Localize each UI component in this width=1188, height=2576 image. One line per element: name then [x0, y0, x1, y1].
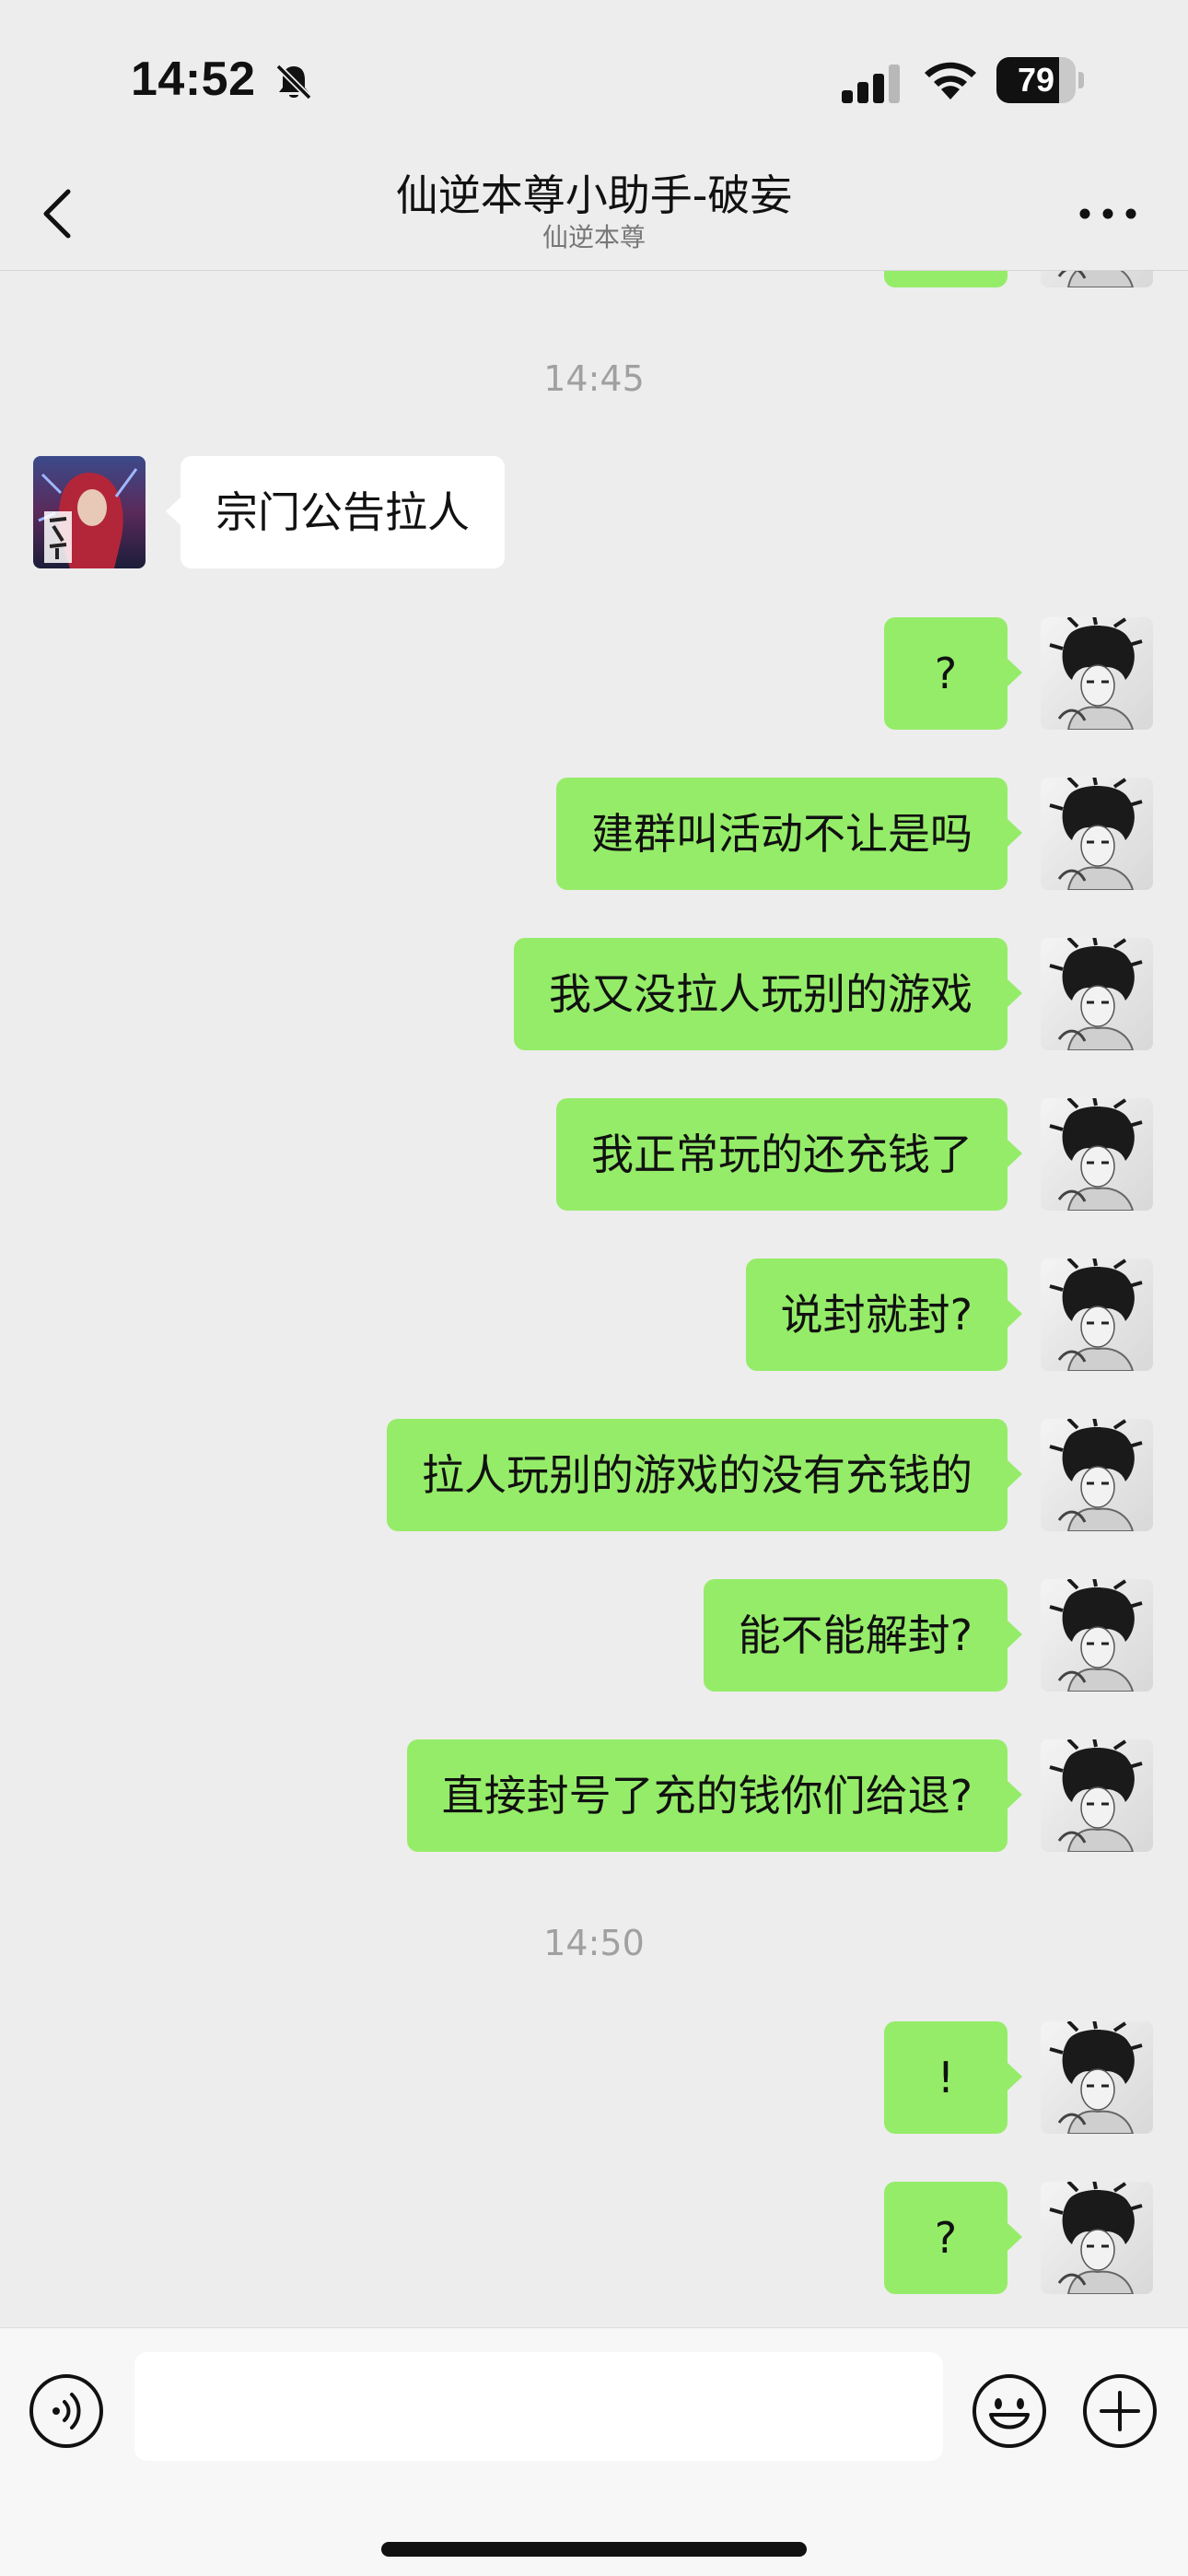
user-avatar[interactable] — [1041, 1579, 1153, 1692]
message-bubble-outgoing[interactable]: ? — [884, 2182, 1022, 2294]
message-bubble-outgoing[interactable]: 直接封号了充的钱你们给退? — [406, 1739, 1023, 1852]
user-avatar[interactable] — [1041, 938, 1153, 1050]
more-dots-icon[interactable] — [1076, 197, 1140, 230]
message-bubble-outgoing[interactable]: 拉人玩别的游戏的没有充钱的 — [387, 1419, 1022, 1531]
bell-slash-icon — [275, 64, 312, 100]
user-avatar[interactable] — [1041, 1259, 1153, 1371]
voice-icon[interactable] — [28, 2372, 105, 2450]
user-avatar[interactable] — [1041, 617, 1153, 730]
battery-level: 79 — [1017, 61, 1055, 99]
user-avatar[interactable] — [1041, 1098, 1153, 1211]
nav-bar: 仙逆本尊小助手-破妄 仙逆本尊 — [0, 157, 1188, 271]
message-bubble-outgoing[interactable]: 建群叫活动不让是吗 — [556, 778, 1022, 890]
emoji-icon[interactable] — [971, 2372, 1048, 2450]
message-bubble-outgoing[interactable]: 我正常玩的还充钱了 — [556, 1098, 1022, 1211]
timestamp: 14:45 — [543, 358, 645, 399]
user-avatar[interactable] — [1041, 1739, 1153, 1852]
message-bubble-incoming[interactable]: 宗门公告拉人 — [166, 456, 505, 568]
user-avatar[interactable] — [1041, 778, 1153, 890]
wifi-icon — [925, 62, 976, 100]
contact-avatar[interactable] — [33, 456, 146, 568]
plus-icon[interactable] — [1081, 2372, 1159, 2450]
message-bubble-outgoing[interactable]: 我又没拉人玩别的游戏 — [514, 938, 1022, 1050]
home-indicator[interactable] — [381, 2542, 807, 2557]
message-bubble-outgoing[interactable]: ? — [884, 617, 1022, 730]
status-bar: 14:52 79 — [0, 0, 1188, 157]
input-bar — [0, 2327, 1188, 2576]
user-avatar[interactable] — [1041, 2021, 1153, 2134]
chat-subtitle: 仙逆本尊 — [542, 222, 646, 252]
battery-icon: 79 — [996, 57, 1085, 103]
message-input[interactable] — [134, 2352, 943, 2461]
message-bubble-outgoing[interactable]: 说封就封? — [745, 1259, 1023, 1371]
message-bubble-outgoing[interactable]: ! — [884, 2021, 1022, 2134]
status-time: 14:52 — [131, 53, 256, 106]
user-avatar[interactable] — [1041, 1419, 1153, 1531]
chat-list[interactable]: 14:45 宗门公告拉人 ? 建群叫活动不让是吗 我又没拉人玩别的游戏 我正常玩… — [0, 272, 1188, 2326]
chat-title: 仙逆本尊小助手-破妄 — [395, 170, 793, 220]
signal-icon — [842, 64, 900, 103]
user-avatar[interactable] — [1041, 2182, 1153, 2294]
timestamp: 14:50 — [543, 1923, 645, 1963]
message-bubble-outgoing[interactable]: 能不能解封? — [703, 1579, 1023, 1692]
